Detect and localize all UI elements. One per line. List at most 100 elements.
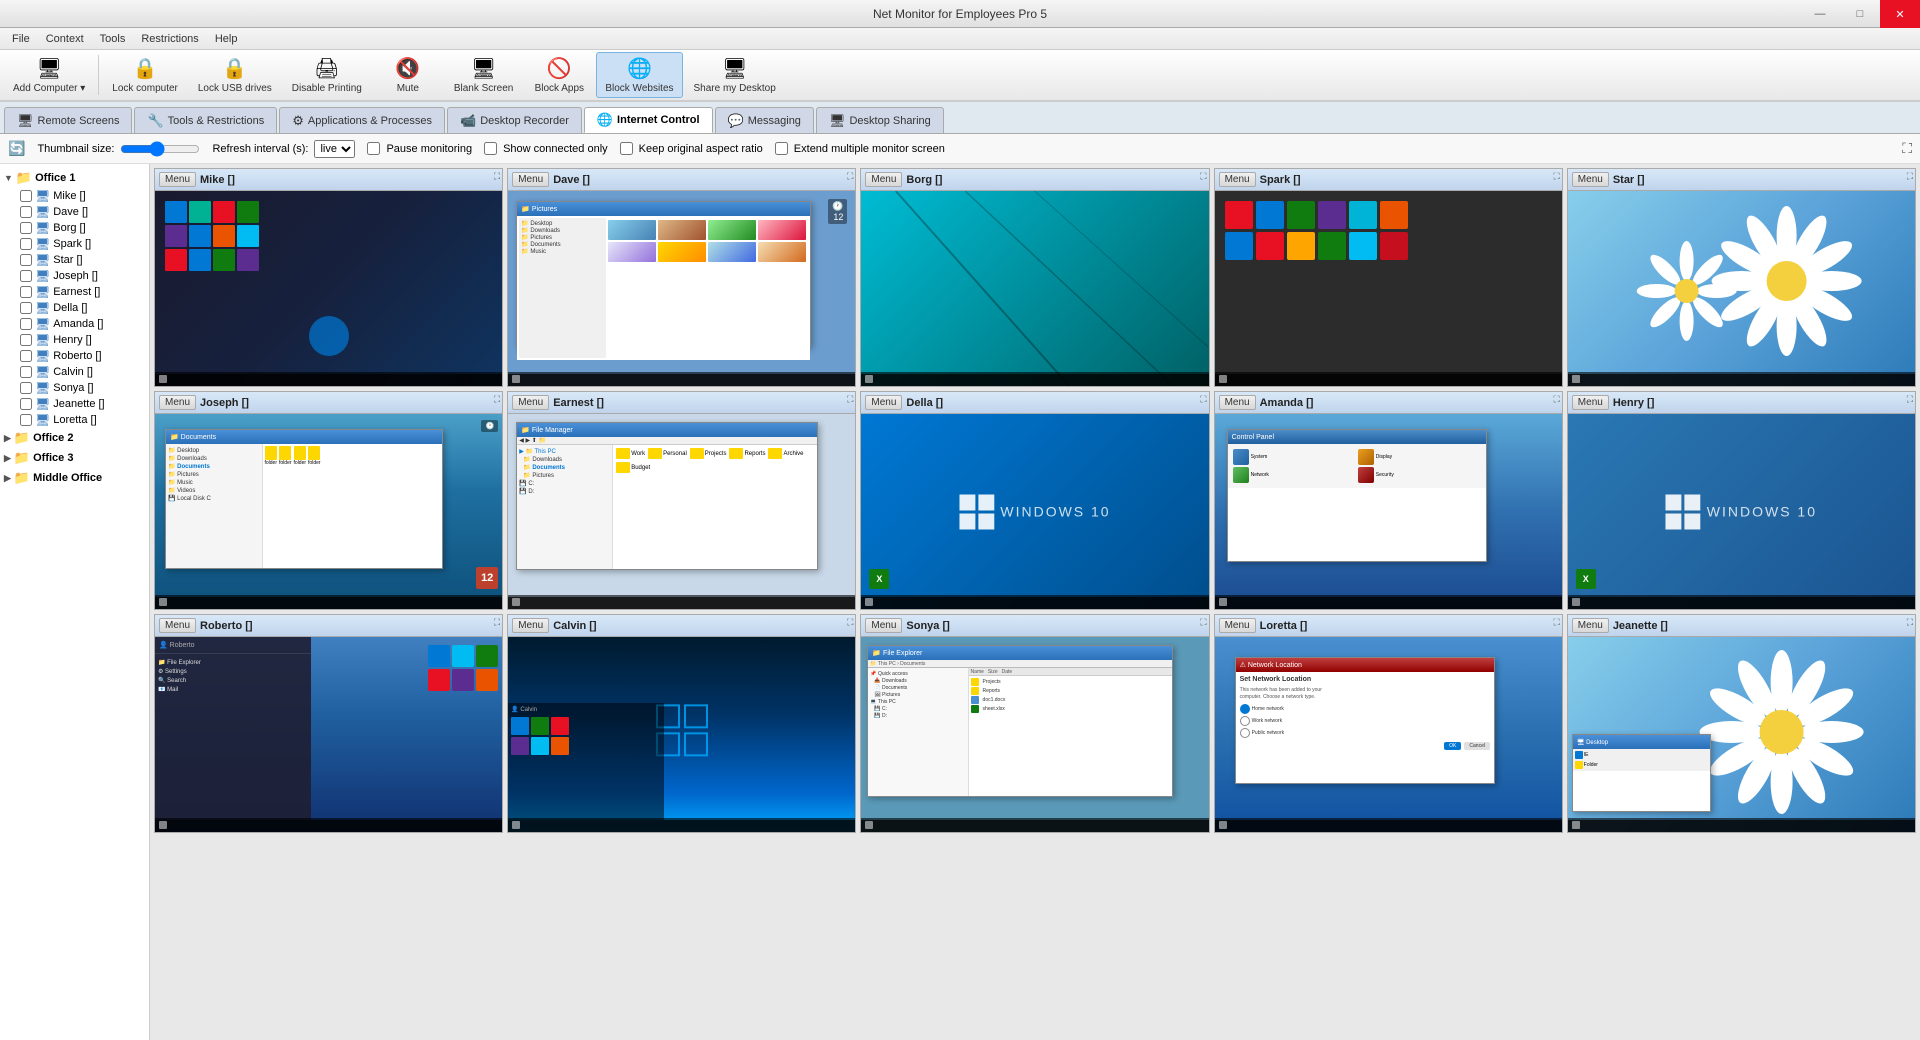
tree-group-office2-header[interactable]: ▶ 📁 Office 2 — [0, 428, 149, 448]
screen-cell-jeanette[interactable]: Menu Jeanette [] ⛶ — [1567, 614, 1916, 833]
screen-cell-sonya[interactable]: Menu Sonya [] ⛶ 📁 File Explorer 📁 This P… — [860, 614, 1209, 833]
menu-context[interactable]: Context — [38, 31, 92, 47]
thumbnail-loretta[interactable]: ⚠ Network Location Set Network Location … — [1215, 637, 1562, 832]
screen-menu-sonya[interactable]: Menu — [865, 618, 902, 633]
expand-star[interactable]: ⛶ — [1907, 171, 1913, 182]
thumbnail-roberto[interactable]: 👤 Roberto 📁 File Explorer ⚙ Settings 🔍 S… — [155, 637, 502, 832]
screen-menu-joseph[interactable]: Menu — [159, 395, 196, 410]
disable-printing-button[interactable]: 🖨 Disable Printing — [283, 52, 371, 98]
tree-item-earnest[interactable]: 🖥Earnest [] — [0, 284, 149, 300]
tree-item-sonya[interactable]: 🖥Sonya [] — [0, 380, 149, 396]
show-connected-only-label[interactable]: Show connected only — [484, 142, 608, 155]
thumbnail-slider[interactable] — [120, 141, 200, 157]
checkbox-calvin[interactable] — [20, 366, 32, 378]
thumbnail-della[interactable]: WINDOWS 10 X — [861, 414, 1208, 609]
tree-item-roberto[interactable]: 🖥Roberto [] — [0, 348, 149, 364]
fullscreen-icon[interactable]: ⛶ — [1902, 140, 1912, 157]
thumbnail-star[interactable] — [1568, 191, 1915, 386]
tree-item-henry[interactable]: 🖥Henry [] — [0, 332, 149, 348]
add-computer-button[interactable]: 🖥 Add Computer ▾ — [4, 52, 94, 98]
expand-amanda[interactable]: ⛶ — [1553, 394, 1559, 405]
checkbox-roberto[interactable] — [20, 350, 32, 362]
checkbox-loretta[interactable] — [20, 414, 32, 426]
thumbnail-sonya[interactable]: 📁 File Explorer 📁 This PC › Documents 📌 … — [861, 637, 1208, 832]
keep-aspect-ratio-label[interactable]: Keep original aspect ratio — [620, 142, 763, 155]
screen-cell-joseph[interactable]: Menu Joseph [] ⛶ 🕐 12 📁 Documents 📁 Desk… — [154, 391, 503, 610]
checkbox-dave[interactable] — [20, 206, 32, 218]
expand-calvin[interactable]: ⛶ — [847, 617, 853, 628]
thumbnail-mike[interactable] — [155, 191, 502, 386]
tree-item-jeanette[interactable]: 🖥Jeanette [] — [0, 396, 149, 412]
screen-menu-jeanette[interactable]: Menu — [1572, 618, 1609, 633]
thumbnail-amanda[interactable]: Control Panel System Display — [1215, 414, 1562, 609]
menu-restrictions[interactable]: Restrictions — [133, 31, 206, 47]
screen-cell-star[interactable]: Menu Star [] ⛶ — [1567, 168, 1916, 387]
expand-spark[interactable]: ⛶ — [1553, 171, 1559, 182]
checkbox-star[interactable] — [20, 254, 32, 266]
tree-item-spark[interactable]: 🖥Spark [] — [0, 236, 149, 252]
pause-monitoring-checkbox[interactable] — [367, 142, 380, 155]
expand-dave[interactable]: ⛶ — [847, 171, 853, 182]
block-websites-button[interactable]: 🌐 Block Websites — [596, 52, 682, 98]
screen-cell-borg[interactable]: Menu Borg [] ⛶ — [860, 168, 1209, 387]
screen-menu-mike[interactable]: Menu — [159, 172, 196, 187]
show-connected-checkbox[interactable] — [484, 142, 497, 155]
expand-earnest[interactable]: ⛶ — [847, 394, 853, 405]
thumbnail-earnest[interactable]: 📁 File Manager ◀ ▶ ⬆ 📁 ▶ 📁 This PC 📁 Dow… — [508, 414, 855, 609]
screen-menu-earnest[interactable]: Menu — [512, 395, 549, 410]
thumbnail-spark[interactable] — [1215, 191, 1562, 386]
screen-menu-calvin[interactable]: Menu — [512, 618, 549, 633]
expand-della[interactable]: ⛶ — [1200, 394, 1206, 405]
expand-joseph[interactable]: ⛶ — [494, 394, 500, 405]
tree-item-loretta[interactable]: 🖥Loretta [] — [0, 412, 149, 428]
tree-item-joseph[interactable]: 🖥Joseph [] — [0, 268, 149, 284]
close-button[interactable]: ✕ — [1880, 0, 1920, 28]
expand-loretta[interactable]: ⛶ — [1553, 617, 1559, 628]
screen-cell-dave[interactable]: Menu Dave [] ⛶ 🕐12 📁 Pictures 📁 Desktop … — [507, 168, 856, 387]
thumbnail-borg[interactable] — [861, 191, 1208, 386]
screen-cell-roberto[interactable]: Menu Roberto [] ⛶ 👤 Roberto 📁 File Explo… — [154, 614, 503, 833]
tab-messaging[interactable]: 💬 Messaging — [715, 107, 814, 133]
tree-item-mike[interactable]: 🖥Mike [] — [0, 188, 149, 204]
maximize-button[interactable]: □ — [1840, 0, 1880, 28]
extend-monitor-label[interactable]: Extend multiple monitor screen — [775, 142, 945, 155]
screen-cell-calvin[interactable]: Menu Calvin [] ⛶ — [507, 614, 856, 833]
expand-sonya[interactable]: ⛶ — [1200, 617, 1206, 628]
tab-internet-control[interactable]: 🌐 Internet Control — [584, 107, 713, 133]
minimize-button[interactable]: — — [1800, 0, 1840, 28]
thumbnail-dave[interactable]: 🕐12 📁 Pictures 📁 Desktop 📁 Downloads 📁 P… — [508, 191, 855, 386]
tree-group-office1-header[interactable]: ▼ 📁 Office 1 — [0, 168, 149, 188]
screen-cell-henry[interactable]: Menu Henry [] ⛶ WINDOWS 10 X — [1567, 391, 1916, 610]
block-apps-button[interactable]: 🚫 Block Apps — [524, 52, 594, 98]
expand-jeanette[interactable]: ⛶ — [1907, 617, 1913, 628]
menu-tools[interactable]: Tools — [92, 31, 134, 47]
screen-cell-spark[interactable]: Menu Spark [] ⛶ — [1214, 168, 1563, 387]
thumbnail-henry[interactable]: WINDOWS 10 X — [1568, 414, 1915, 609]
mute-button[interactable]: 🔇 Mute — [373, 52, 443, 98]
tab-tools-restrictions[interactable]: 🔧 Tools & Restrictions — [134, 107, 277, 133]
screen-menu-della[interactable]: Menu — [865, 395, 902, 410]
checkbox-spark[interactable] — [20, 238, 32, 250]
keep-aspect-checkbox[interactable] — [620, 142, 633, 155]
thumbnail-calvin[interactable]: 👤 Calvin — [508, 637, 855, 832]
screen-menu-spark[interactable]: Menu — [1219, 172, 1256, 187]
screen-cell-mike[interactable]: Menu Mike [] ⛶ — [154, 168, 503, 387]
tree-group-office3-header[interactable]: ▶ 📁 Office 3 — [0, 448, 149, 468]
loretta-cancel-btn[interactable]: Cancel — [1464, 742, 1490, 750]
tab-desktop-sharing[interactable]: 🖥 Desktop Sharing — [816, 107, 944, 133]
screen-menu-amanda[interactable]: Menu — [1219, 395, 1256, 410]
screen-cell-della[interactable]: Menu Della [] ⛶ WINDOWS 10 — [860, 391, 1209, 610]
loretta-ok-btn[interactable]: OK — [1444, 742, 1461, 750]
tree-item-della[interactable]: 🖥Della [] — [0, 300, 149, 316]
screen-cell-earnest[interactable]: Menu Earnest [] ⛶ 📁 File Manager ◀ ▶ ⬆ 📁… — [507, 391, 856, 610]
checkbox-amanda[interactable] — [20, 318, 32, 330]
extend-monitor-checkbox[interactable] — [775, 142, 788, 155]
pause-monitoring-label[interactable]: Pause monitoring — [367, 142, 472, 155]
checkbox-henry[interactable] — [20, 334, 32, 346]
tree-item-calvin[interactable]: 🖥Calvin [] — [0, 364, 149, 380]
tree-item-dave[interactable]: 🖥Dave [] — [0, 204, 149, 220]
thumbnail-joseph[interactable]: 🕐 12 📁 Documents 📁 Desktop 📁 Downloads 📁… — [155, 414, 502, 609]
refresh-interval-select[interactable]: live 1 2 5 10 — [314, 140, 355, 158]
tab-applications-processes[interactable]: ⚙ Applications & Processes — [279, 107, 445, 133]
tree-group-middle-header[interactable]: ▶ 📁 Middle Office — [0, 468, 149, 488]
